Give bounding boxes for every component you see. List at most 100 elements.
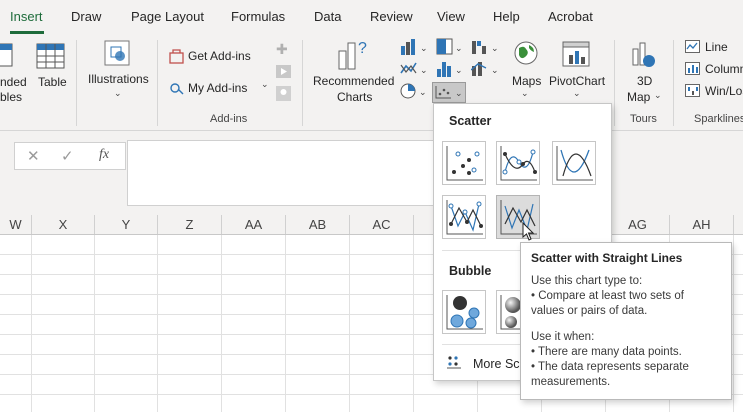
get-addins-label: Get Add-ins [188, 49, 251, 63]
sparkline-line-icon [685, 40, 700, 53]
chevron-down-icon: ⌄ [114, 88, 122, 98]
tab-insert[interactable]: Insert [10, 9, 43, 24]
combo-chart-button[interactable]: ⌄ [471, 60, 501, 78]
globe-icon [514, 41, 538, 65]
sparkline-winloss-button[interactable]: Win/Loss [685, 83, 743, 101]
chevron-down-icon: ⌄ [573, 88, 581, 98]
group-separator [673, 40, 674, 126]
tab-page-layout[interactable]: Page Layout [131, 9, 204, 24]
table-icon [36, 43, 65, 69]
column-headers: W X Y Z AA AB AC AD AE AF AG AH [0, 215, 743, 235]
hierarchy-chart-button[interactable]: ⌄ [436, 38, 464, 56]
tooltip-text: measurements. [531, 376, 611, 388]
scatter-smooth-lines-icon [556, 146, 593, 181]
tab-view[interactable]: View [437, 9, 465, 24]
tooltip-text: • Compare at least two sets of [531, 290, 684, 302]
group-separator [157, 40, 158, 126]
sparkline-line-label: Line [705, 40, 728, 54]
column-header[interactable]: AA [222, 215, 286, 234]
tab-help[interactable]: Help [493, 9, 520, 24]
tab-draw[interactable]: Draw [71, 9, 101, 24]
tooltip-text: Use it when: [531, 331, 595, 343]
line-chart-button[interactable]: ⌄ [400, 60, 428, 78]
column-header[interactable]: AC [350, 215, 414, 234]
grid-line [413, 235, 414, 412]
get-addins-button[interactable]: Get Add-ins [167, 47, 287, 65]
scatter-icon: ⌄ [435, 86, 463, 99]
3d-map-button[interactable] [629, 39, 659, 71]
chevron-down-icon: ⌄ [654, 90, 662, 100]
more-charts-icon [447, 356, 461, 369]
play-icon[interactable] [276, 65, 292, 79]
column-header[interactable]: W [0, 215, 32, 234]
recommended-pivottables-label-2: bles [0, 90, 23, 104]
tooltip-title: Scatter with Straight Lines [531, 251, 683, 265]
formula-buttons: ✕ ✓ fx [14, 142, 126, 170]
pivottable-icon [0, 43, 13, 67]
recommended-charts-button[interactable]: ? [336, 39, 370, 71]
table-button[interactable] [36, 40, 66, 72]
tours-group-label: Tours [630, 113, 657, 125]
illustrations-label: Illustrations [88, 72, 149, 86]
waterfall-chart-button[interactable]: ⌄ [471, 38, 501, 56]
column-header[interactable]: Y [95, 215, 158, 234]
tab-acrobat[interactable]: Acrobat [548, 9, 593, 24]
enter-icon[interactable]: ✓ [61, 147, 74, 165]
tab-data[interactable]: Data [314, 9, 341, 24]
formula-bar: ✕ ✓ fx [0, 131, 743, 215]
recommended-charts-label: Recommended [313, 74, 395, 88]
scatter-smooth-markers-option[interactable] [496, 141, 540, 185]
svg-text:⌄: ⌄ [455, 43, 463, 53]
scatter-markers-icon [446, 146, 483, 181]
statistic-chart-button[interactable]: ⌄ [436, 60, 464, 78]
tab-formulas[interactable]: Formulas [231, 9, 285, 24]
sparkline-column-button[interactable]: Column [685, 61, 743, 79]
grid-line [349, 235, 350, 412]
sparkline-line-button[interactable]: Line [685, 39, 743, 57]
puzzle-icon[interactable]: ✚ [276, 41, 288, 58]
scatter-chart-button[interactable]: ⌄ [432, 82, 466, 103]
recommended-charts-icon: ? [338, 40, 367, 70]
scatter-section-title: Scatter [449, 114, 492, 128]
column-header[interactable]: AB [286, 215, 350, 234]
bubble-option[interactable] [442, 290, 486, 334]
column-chart-button[interactable]: ⌄ [400, 38, 428, 56]
chevron-down-icon: ⌄ [261, 79, 269, 89]
addins-group-label: Add-ins [210, 113, 248, 125]
column-header[interactable]: X [32, 215, 95, 234]
mouse-cursor-icon [522, 222, 535, 241]
svg-text:⌄: ⌄ [455, 88, 463, 98]
tooltip-text: values or pairs of data. [531, 305, 648, 317]
3d-map-label-2: Map [627, 90, 651, 104]
svg-text:⌄: ⌄ [419, 87, 427, 97]
pivotchart-button[interactable] [562, 39, 592, 71]
scatter-option[interactable] [442, 141, 486, 185]
tooltip-text: • There are many data points. [531, 346, 682, 358]
my-addins-button[interactable]: My Add-ins ⌄ [167, 79, 272, 97]
active-tab-indicator [10, 31, 44, 34]
recommended-pivottables-button[interactable] [0, 40, 30, 76]
pie-chart-button[interactable]: ⌄ [400, 82, 428, 100]
formula-input[interactable] [127, 140, 459, 206]
grid-line [31, 235, 32, 412]
ribbon-tab-bar: Insert Draw Page Layout Formulas Data Re… [0, 0, 743, 36]
column-header[interactable]: AG [606, 215, 670, 234]
scatter-straight-markers-option[interactable] [442, 195, 486, 239]
3d-map-icon [632, 42, 655, 67]
grid-line [94, 235, 95, 412]
insert-function-icon[interactable]: fx [99, 147, 109, 163]
shapes-icon [104, 40, 130, 66]
column-header[interactable]: Z [158, 215, 222, 234]
sparkline-winloss-icon [685, 84, 700, 97]
people-icon[interactable] [276, 86, 292, 102]
maps-button[interactable] [512, 39, 540, 71]
column-header[interactable]: AH [670, 215, 734, 234]
my-addins-icon [170, 83, 184, 95]
cancel-icon[interactable]: ✕ [27, 147, 40, 165]
grid-line [157, 235, 158, 412]
scatter-straight-lines-option[interactable] [496, 195, 540, 241]
tab-review[interactable]: Review [370, 9, 413, 24]
illustrations-button[interactable] [103, 39, 133, 69]
sparkline-column-icon [685, 62, 700, 75]
scatter-smooth-lines-option[interactable] [552, 141, 596, 185]
